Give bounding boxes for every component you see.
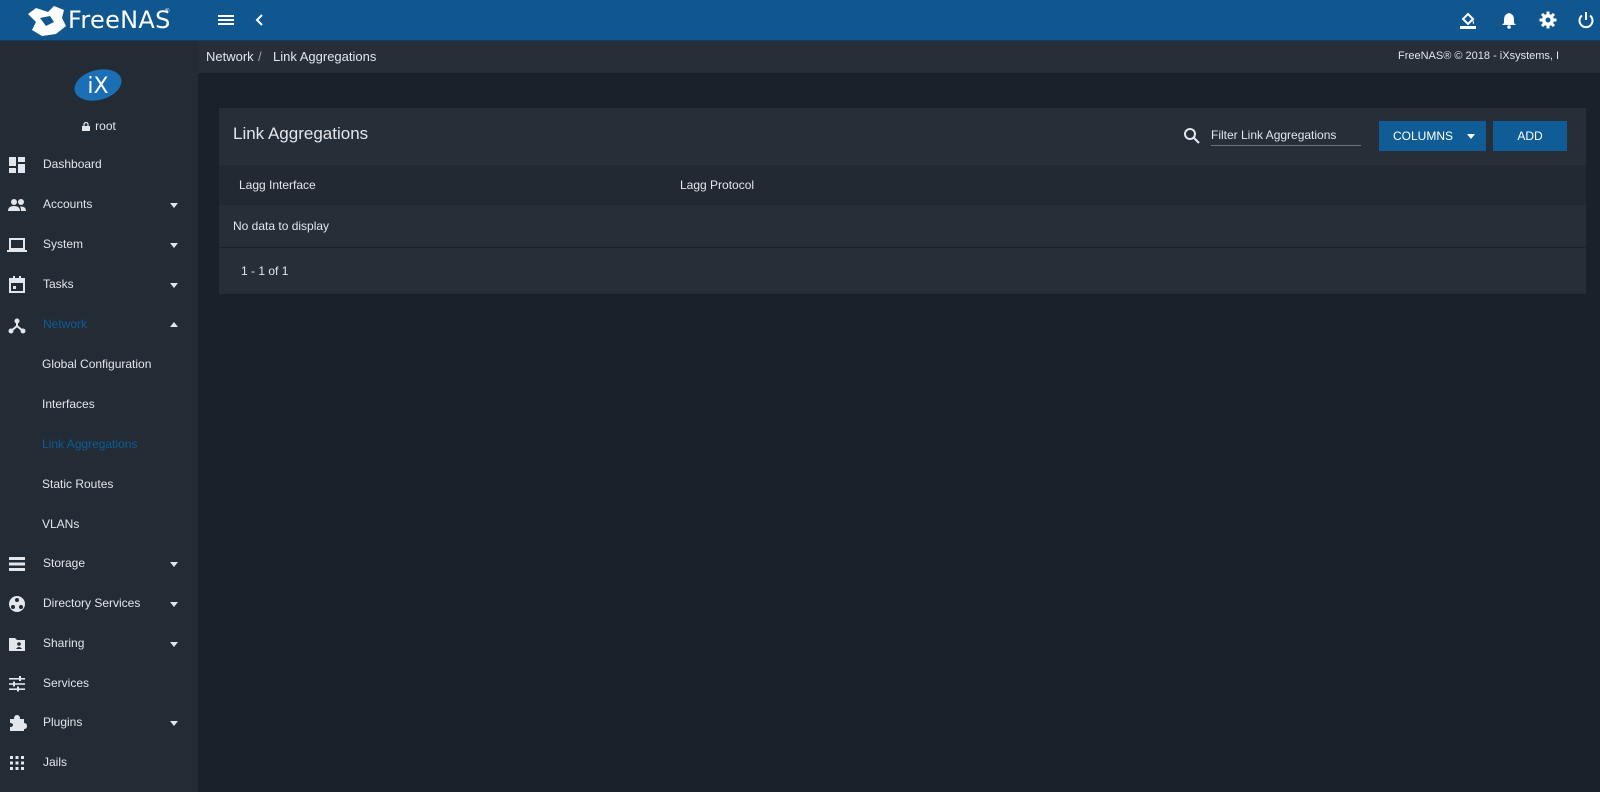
columns-button[interactable]: COLUMNS [1379, 121, 1486, 151]
sidebar-subitem-label: VLANs [42, 517, 80, 531]
columns-button-label: COLUMNS [1393, 129, 1454, 143]
copyright-text: FreeNAS® © 2018 - iXsystems, I [1398, 50, 1560, 62]
storage-icon [9, 557, 25, 571]
filter-input[interactable] [1211, 125, 1361, 146]
power-icon[interactable] [1576, 10, 1596, 30]
sidebar-subitem-label: Global Configuration [42, 357, 152, 371]
sidebar-item-jails[interactable]: Jails [0, 743, 198, 783]
apps-grid-icon [10, 756, 24, 770]
search-icon [1184, 128, 1200, 144]
sidebar-item-label: Tasks [43, 277, 74, 291]
sidebar-subitem-label: Link Aggregations [42, 437, 138, 451]
sidebar-subitem-link-aggregations[interactable]: Link Aggregations [0, 425, 198, 465]
sidebar-subitem-interfaces[interactable]: Interfaces [0, 385, 198, 425]
folder-share-icon [9, 638, 25, 651]
chevron-down-icon [1467, 134, 1475, 139]
table-empty-row: No data to display [219, 205, 1586, 248]
sidebar-item-tasks[interactable]: Tasks [0, 265, 198, 305]
column-header-lagg-protocol[interactable]: Lagg Protocol [680, 178, 754, 192]
laptop-icon [7, 238, 27, 252]
network-icon [8, 318, 26, 334]
lock-icon [82, 122, 91, 131]
directory-icon [9, 596, 25, 612]
page-title: Link Aggregations [233, 124, 369, 143]
user-name[interactable]: root [0, 119, 198, 133]
sidebar-item-label: Jails [43, 755, 68, 769]
sidebar-item-services[interactable]: Services [0, 664, 198, 704]
sidebar-item-plugins[interactable]: Plugins [0, 703, 198, 743]
puzzle-icon [10, 715, 27, 731]
top-bar: FreeNAS ® [0, 0, 1600, 41]
svg-text:iX: iX [87, 74, 108, 99]
people-icon [8, 199, 26, 211]
sidebar-item-network[interactable]: Network [0, 305, 198, 345]
settings-gear-icon[interactable] [1538, 10, 1558, 30]
chevron-down-icon [170, 203, 178, 208]
empty-message: No data to display [233, 219, 330, 233]
user-name-label: root [95, 119, 116, 133]
chevron-down-icon [170, 602, 178, 607]
chevron-down-icon [170, 642, 178, 647]
breadcrumb: Network / Link Aggregations FreeNAS® © 2… [198, 41, 1600, 73]
pagination-summary: 1 - 1 of 1 [241, 264, 289, 278]
sidebar-item-label: Accounts [43, 197, 93, 211]
calendar-icon [9, 276, 25, 293]
sidebar-item-label: Services [43, 676, 90, 690]
sidebar-item-directory-services[interactable]: Directory Services [0, 584, 198, 624]
breadcrumb-separator: / [258, 49, 262, 64]
add-button[interactable]: ADD [1493, 121, 1567, 151]
user-block: iX root [0, 41, 198, 146]
sidebar-item-accounts[interactable]: Accounts [0, 185, 198, 225]
breadcrumb-current: Link Aggregations [273, 49, 377, 64]
dashboard-icon [9, 157, 25, 173]
sidebar-item-dashboard[interactable]: Dashboard [0, 145, 198, 185]
sidebar: iX root Dashboard Accounts System Tasks … [0, 41, 198, 792]
link-aggregations-card: Link Aggregations COLUMNS ADD Lagg Inter… [219, 108, 1586, 294]
brand-name: FreeNAS [68, 6, 171, 34]
chevron-down-icon [170, 283, 178, 288]
sidebar-item-label: Sharing [43, 636, 85, 650]
sidebar-item-label: Dashboard [43, 157, 102, 171]
trademark: ® [165, 9, 170, 15]
sidebar-item-label: Plugins [43, 715, 83, 729]
sidebar-subitem-label: Interfaces [42, 397, 95, 411]
sidebar-subitem-global-configuration[interactable]: Global Configuration [0, 345, 198, 385]
chevron-up-icon [170, 322, 178, 327]
sidebar-subitem-static-routes[interactable]: Static Routes [0, 465, 198, 505]
sidebar-item-label: System [43, 237, 84, 251]
sidebar-item-storage[interactable]: Storage [0, 544, 198, 584]
table-header: Lagg Interface Lagg Protocol [219, 165, 1586, 205]
sidebar-item-label: Network [43, 317, 88, 331]
sidebar-item-system[interactable]: System [0, 225, 198, 265]
sidebar-item-label: Storage [43, 556, 86, 570]
menu-icon[interactable] [216, 10, 236, 30]
sidebar-item-sharing[interactable]: Sharing [0, 624, 198, 664]
theme-paint-bucket-icon[interactable] [1458, 10, 1478, 30]
sidebar-item-label: Directory Services [43, 596, 141, 610]
chevron-down-icon [170, 243, 178, 248]
breadcrumb-network-link[interactable]: Network [206, 49, 254, 64]
chevron-down-icon [170, 721, 178, 726]
tune-icon [9, 676, 25, 692]
ix-systems-logo-icon: iX [74, 69, 122, 101]
notifications-bell-icon[interactable] [1499, 10, 1519, 30]
collapse-chevron-icon[interactable] [250, 10, 270, 30]
sidebar-subitem-label: Static Routes [42, 477, 114, 491]
chevron-down-icon [170, 562, 178, 567]
sidebar-subitem-vlans[interactable]: VLANs [0, 505, 198, 545]
column-header-lagg-interface[interactable]: Lagg Interface [239, 178, 316, 192]
